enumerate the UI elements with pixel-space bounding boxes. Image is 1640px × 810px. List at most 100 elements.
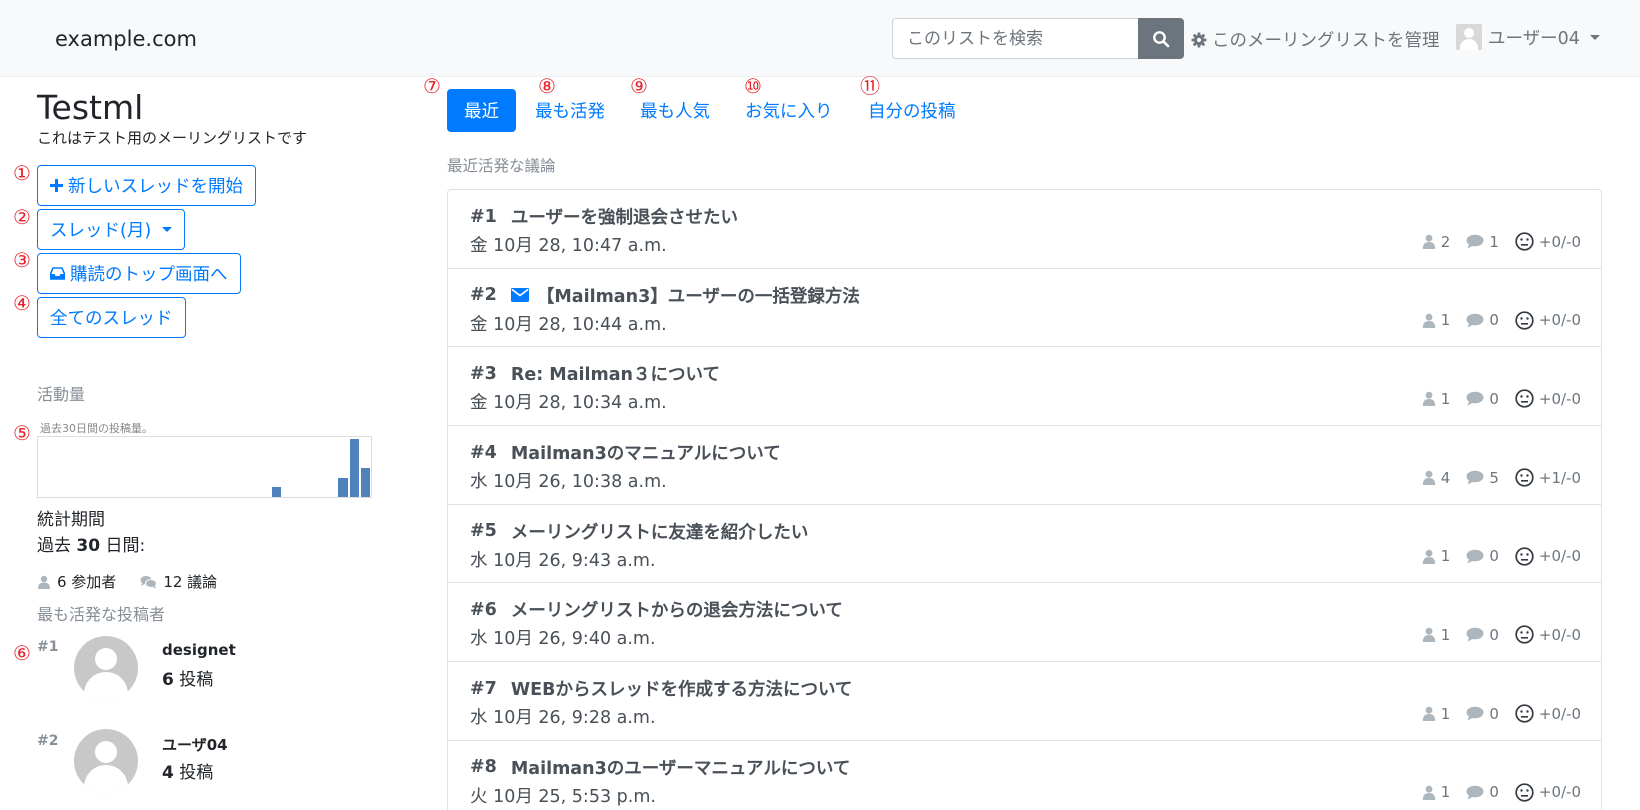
- comment-icon: [1466, 706, 1484, 721]
- thread-title[interactable]: #7 WEBからスレッドを作成する方法について: [470, 676, 852, 701]
- replies-count: 0: [1489, 547, 1499, 566]
- participants-count: 6 参加者: [57, 573, 117, 591]
- thread-row[interactable]: #4 Mailman3のマニュアルについて 水 10月 26, 10:38 a.…: [448, 426, 1601, 505]
- thread-title[interactable]: #5 メーリングリストに友達を紹介したい: [470, 519, 808, 544]
- thread-title-text: WEBからスレッドを作成する方法について: [510, 680, 853, 701]
- thread-title[interactable]: #6 メーリングリストからの退会方法について: [470, 597, 843, 622]
- all-threads-label: 全てのスレッド: [50, 309, 173, 329]
- search-button[interactable]: [1138, 18, 1184, 59]
- participants-count: 1: [1440, 704, 1451, 723]
- activity-chart: [37, 436, 372, 498]
- thread-title[interactable]: #2 【Mailman3】ユーザーの一括登録方法: [470, 283, 860, 308]
- chart-bar: [271, 487, 282, 497]
- thread-month-dropdown[interactable]: スレッド(月): [37, 209, 186, 250]
- thread-title[interactable]: #3 Re: Mailman３について: [470, 361, 720, 386]
- thread-stats: 4 5 +1/-0: [1422, 468, 1581, 487]
- search-input[interactable]: [892, 18, 1138, 59]
- neutral-face-icon: [1515, 704, 1534, 723]
- thread-title-text: メーリングリストに友達を紹介したい: [510, 522, 809, 543]
- thread-row[interactable]: #1 ユーザーを強制退会させたい 金 10月 28, 10:47 a.m. 2 …: [448, 190, 1601, 269]
- neutral-face-icon: [1515, 311, 1534, 330]
- thread-title[interactable]: #4 Mailman3のマニュアルについて: [470, 440, 781, 465]
- thread-row[interactable]: #7 WEBからスレッドを作成する方法について 水 10月 26, 9:28 a…: [448, 662, 1601, 741]
- new-thread-button[interactable]: 新しいスレッドを開始: [37, 165, 256, 206]
- user-menu[interactable]: ユーザー04: [1456, 24, 1600, 50]
- thread-date: 水 10月 26, 10:38 a.m.: [470, 472, 667, 493]
- thread-title-text: メーリングリストからの退会方法について: [510, 601, 843, 622]
- participants-stat: 1: [1422, 783, 1450, 801]
- list-description: これはテスト用のメーリングリストです: [37, 129, 308, 147]
- votes-stat: +0/-0: [1515, 389, 1581, 409]
- thread-row[interactable]: #8 Mailman3のユーザーマニュアルについて 火 10月 25, 5:53…: [448, 741, 1601, 810]
- poster-count-value: 4: [162, 763, 174, 783]
- brand-link[interactable]: example.com: [55, 27, 197, 51]
- replies-count: 1: [1489, 232, 1499, 251]
- all-threads-button[interactable]: 全てのスレッド: [37, 297, 186, 338]
- votes-stat: +0/-0: [1515, 783, 1581, 802]
- votes-stat: +0/-0: [1515, 547, 1581, 566]
- top-posters-heading: 最も活発な投稿者: [37, 605, 166, 624]
- thread-title[interactable]: #8 Mailman3のユーザーマニュアルについて: [470, 755, 850, 780]
- neutral-face-icon: [1515, 625, 1534, 645]
- poster-post-count: 4 投稿: [162, 758, 213, 783]
- user-icon: [1422, 785, 1435, 800]
- user-icon: [1422, 313, 1435, 328]
- thread-row[interactable]: #3 Re: Mailman３について 金 10月 28, 10:34 a.m.…: [448, 347, 1601, 427]
- thread-title-text: Mailman3のユーザーマニュアルについて: [510, 758, 851, 779]
- thread-stats: 1 0 +0/-0: [1422, 389, 1581, 409]
- tab-my-posts[interactable]: 自分の投稿: [868, 89, 956, 132]
- neutral-face-icon: [1515, 389, 1534, 409]
- votes-stat: +1/-0: [1515, 468, 1581, 487]
- thread-date: 金 10月 28, 10:34 a.m.: [470, 393, 667, 414]
- gear-icon: [1191, 32, 1207, 47]
- envelope-icon: [510, 288, 529, 303]
- marker-5: ⑤: [13, 421, 31, 445]
- chart-caption: 過去30日間の投稿量。: [40, 422, 153, 435]
- thread-title[interactable]: #1 ユーザーを強制退会させたい: [470, 204, 738, 229]
- replies-stat: 0: [1466, 547, 1499, 565]
- tab-most-active[interactable]: 最も活発: [535, 89, 605, 132]
- tab-recent[interactable]: 最近: [447, 89, 516, 132]
- poster-count-unit: 投稿: [179, 670, 214, 690]
- subscriptions-button[interactable]: 購読のトップ画面へ: [37, 253, 241, 294]
- manage-list-link[interactable]: このメーリングリストを管理: [1191, 27, 1440, 52]
- participants-count: 1: [1440, 547, 1451, 566]
- poster-name[interactable]: ユーザ04: [162, 734, 228, 755]
- replies-stat: 5: [1466, 469, 1499, 487]
- marker-4: ④: [13, 291, 31, 315]
- participants-stat: 1: [1422, 390, 1450, 408]
- thread-number: #6: [470, 599, 497, 620]
- votes-stat: +0/-0: [1515, 625, 1581, 645]
- thread-date: 水 10月 26, 9:43 a.m.: [470, 550, 656, 571]
- replies-count: 0: [1489, 311, 1499, 330]
- participants-stat: 1: [1422, 547, 1451, 566]
- thread-title-text: ユーザーを強制退会させたい: [510, 208, 738, 228]
- user-icon: [38, 575, 50, 589]
- poster-name[interactable]: designet: [162, 641, 236, 659]
- thread-row[interactable]: #5 メーリングリストに友達を紹介したい 水 10月 26, 9:43 a.m.…: [448, 505, 1601, 584]
- thread-number: #7: [470, 678, 497, 699]
- stats-days: 過去 30 日間:: [37, 531, 145, 556]
- navbar: example.com このメーリングリストを管理 ユーザー04: [0, 0, 1640, 77]
- thread-title-text: 【Mailman3】ユーザーの一括登録方法: [536, 286, 860, 307]
- replies-count: 5: [1489, 468, 1499, 487]
- thread-title-text: Mailman3のマニュアルについて: [510, 444, 781, 465]
- thread-stats: 1 0 +0/-0: [1422, 311, 1581, 330]
- thread-row[interactable]: #2 【Mailman3】ユーザーの一括登録方法 金 10月 28, 10:44…: [448, 269, 1601, 348]
- thread-date: 金 10月 28, 10:44 a.m.: [470, 314, 667, 335]
- participants-count: 1: [1440, 311, 1451, 330]
- marker-2: ②: [13, 205, 31, 229]
- user-icon: [1422, 470, 1435, 486]
- thread-number: #2: [470, 285, 497, 306]
- comment-icon: [1466, 392, 1484, 406]
- user-avatar: [1456, 24, 1482, 50]
- chart-bar: [360, 468, 371, 497]
- votes-count: +0/-0: [1538, 783, 1581, 802]
- tab-favorites[interactable]: お気に入り: [745, 89, 833, 132]
- replies-stat: 0: [1466, 626, 1499, 644]
- tab-most-popular[interactable]: 最も人気: [640, 89, 710, 132]
- thread-date: 火 10月 25, 5:53 p.m.: [470, 786, 656, 807]
- comment-icon: [1466, 628, 1484, 642]
- participants-stat: 2: [1422, 233, 1450, 251]
- thread-row[interactable]: #6 メーリングリストからの退会方法について 水 10月 26, 9:40 a.…: [448, 583, 1601, 663]
